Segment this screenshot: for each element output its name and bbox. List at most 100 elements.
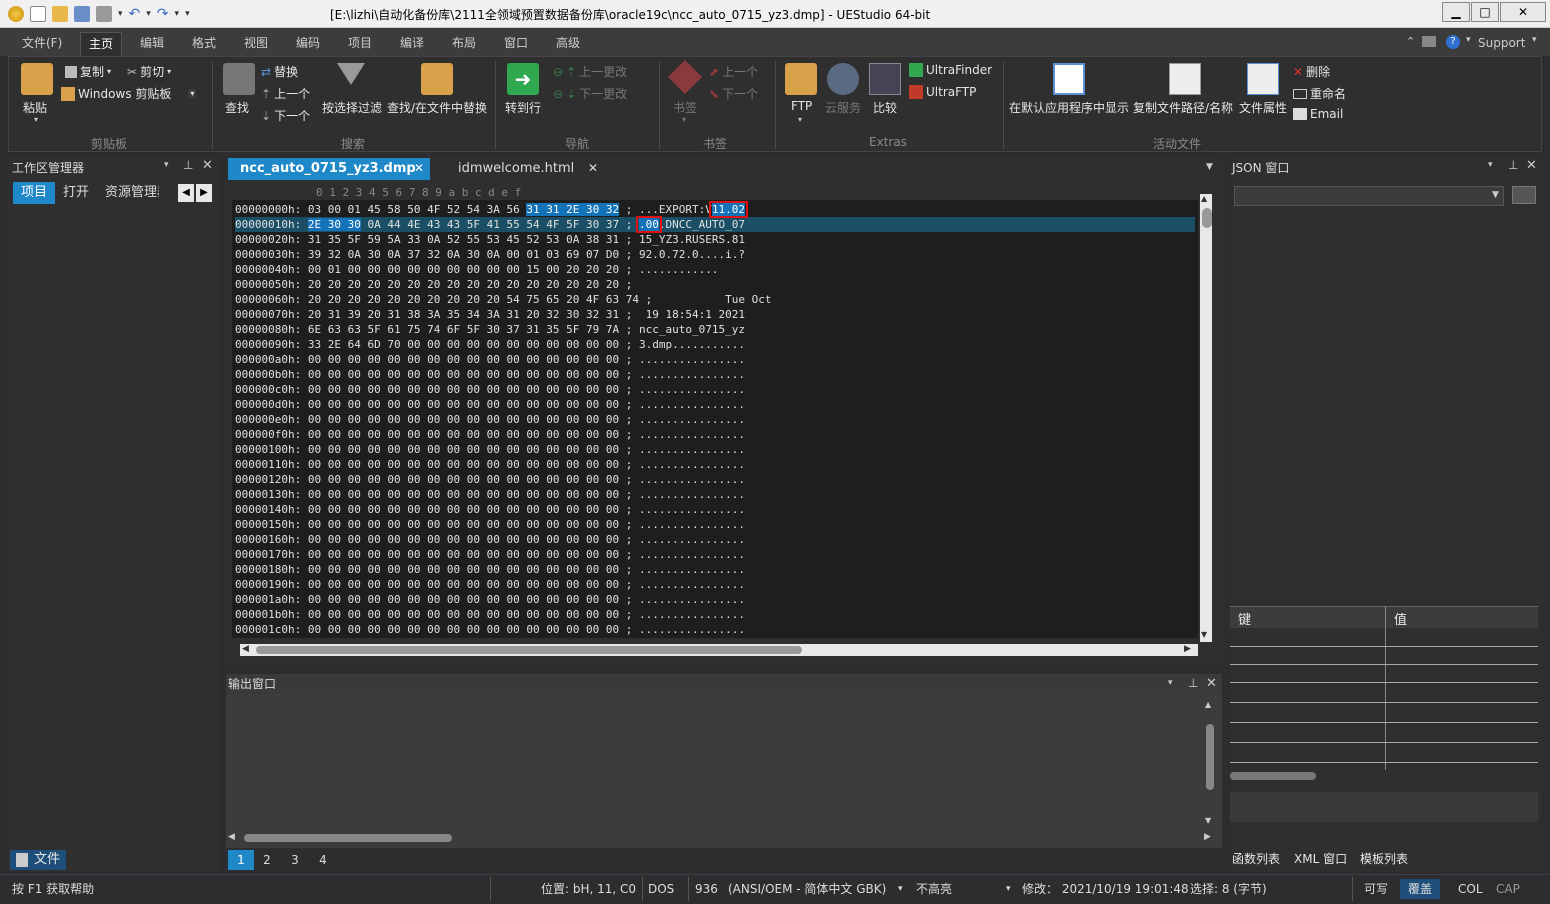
output-page-3[interactable]: 3 — [282, 850, 308, 870]
close-panel-icon[interactable]: ✕ — [1526, 158, 1537, 173]
dropdown-icon[interactable]: ▾ — [798, 115, 802, 124]
hex-row[interactable]: 000000d0h: 00 00 00 00 00 00 00 00 00 00… — [235, 397, 745, 412]
output-page-4[interactable]: 4 — [310, 850, 336, 870]
email-file-button[interactable]: Email — [1293, 107, 1343, 121]
status-highlight[interactable]: 不高亮 — [916, 879, 952, 899]
new-file-icon[interactable] — [30, 6, 46, 22]
dropdown-icon[interactable]: ▾ — [175, 9, 180, 19]
scroll-down-icon[interactable]: ▼ — [1205, 816, 1211, 825]
hscroll-thumb[interactable] — [256, 646, 802, 654]
status-encoding[interactable]: (ANSI/OEM - 简体中文 GBK) — [728, 879, 886, 899]
next-change-button[interactable]: ⊖ ⇣ 下一更改 — [553, 85, 627, 102]
layout-icon[interactable] — [1422, 36, 1436, 47]
compare-button[interactable]: 比较 — [873, 99, 897, 116]
menu-tab-format[interactable]: 格式 — [184, 32, 224, 56]
doc-tab-dmp[interactable]: ncc_auto_0715_yz3.dmp — [228, 158, 430, 180]
status-col[interactable]: COL — [1458, 879, 1483, 899]
find-next-button[interactable]: ⇣ 下一个 — [261, 107, 310, 124]
hex-row[interactable]: 000001c0h: 00 00 00 00 00 00 00 00 00 00… — [235, 622, 745, 637]
dropdown-icon[interactable]: ▾ — [682, 115, 686, 124]
pin-icon[interactable]: ⊥ — [183, 158, 193, 172]
delete-file-button[interactable]: ✕ 删除 — [1293, 63, 1330, 80]
status-overwrite[interactable]: 覆盖 — [1400, 879, 1441, 899]
find-in-files-button[interactable]: 查找/在文件中替换 — [387, 99, 487, 116]
hex-row[interactable]: 00000010h: 2E 30 30 0A 44 4E 43 43 5F 41… — [235, 217, 1195, 232]
menu-tab-file[interactable]: 文件(F) — [14, 32, 70, 56]
show-in-default-app-button[interactable]: 在默认应用程序中显示 — [1009, 99, 1129, 116]
redo-icon[interactable]: ↷ — [157, 6, 169, 22]
tab-list-icon[interactable]: ▼ — [1206, 162, 1213, 172]
tab-explorer[interactable]: 资源管理器 — [97, 182, 159, 204]
tab-template-list[interactable]: 模板列表 — [1360, 850, 1408, 867]
hex-row[interactable]: 00000160h: 00 00 00 00 00 00 00 00 00 00… — [235, 532, 745, 547]
support-menu[interactable]: Support — [1478, 36, 1525, 50]
find-prev-button[interactable]: ⇡ 上一个 — [261, 85, 310, 102]
doc-tab-html[interactable]: idmwelcome.html — [446, 158, 606, 180]
dropdown-icon[interactable]: ▾ — [1006, 879, 1011, 899]
next-bookmark-button[interactable]: ⬊ 下一个 — [709, 85, 758, 102]
rename-file-button[interactable]: 重命名 — [1293, 85, 1346, 102]
scroll-right-icon[interactable]: ▶ — [1204, 832, 1211, 842]
hex-row[interactable]: 00000140h: 00 00 00 00 00 00 00 00 00 00… — [235, 502, 745, 517]
menu-tab-window[interactable]: 窗口 — [496, 32, 536, 56]
scroll-thumb[interactable] — [1206, 724, 1214, 790]
hex-row[interactable]: 00000100h: 00 00 00 00 00 00 00 00 00 00… — [235, 442, 745, 457]
hex-row[interactable]: 00000030h: 39 32 0A 30 0A 37 32 0A 30 0A… — [235, 247, 745, 262]
dropdown-icon[interactable]: ▾ — [34, 115, 38, 124]
tab-project[interactable]: 项目 — [13, 182, 56, 204]
close-panel-icon[interactable]: ✕ — [1206, 676, 1217, 691]
hex-row[interactable]: 00000050h: 20 20 20 20 20 20 20 20 20 20… — [235, 277, 639, 292]
undo-icon[interactable]: ↶ — [129, 6, 141, 22]
hex-row[interactable]: 00000020h: 31 35 5F 59 5A 33 0A 52 55 53… — [235, 232, 745, 247]
open-folder-icon[interactable] — [52, 6, 68, 22]
hex-row[interactable]: 000000f0h: 00 00 00 00 00 00 00 00 00 00… — [235, 427, 745, 442]
pin-icon[interactable]: ⊥ — [1508, 158, 1518, 172]
scroll-up-icon[interactable]: ▲ — [1201, 194, 1207, 203]
dropdown-icon[interactable]: ▾ — [1466, 35, 1471, 45]
save-icon[interactable] — [74, 6, 90, 22]
status-line-ending[interactable]: DOS — [648, 879, 674, 899]
status-writable[interactable]: 可写 — [1364, 879, 1388, 899]
pin-icon[interactable]: ⊥ — [1188, 676, 1198, 690]
filter-selection-button[interactable]: 按选择过滤 — [322, 99, 382, 116]
print-icon[interactable] — [96, 6, 112, 22]
close-button[interactable]: ✕ — [1500, 2, 1546, 22]
scroll-thumb[interactable] — [1202, 208, 1212, 228]
scroll-down-icon[interactable]: ▼ — [1201, 630, 1207, 639]
hex-row[interactable]: 000000b0h: 00 00 00 00 00 00 00 00 00 00… — [235, 367, 745, 382]
hex-row[interactable]: 00000090h: 33 2E 64 6D 70 00 00 00 00 00… — [235, 337, 745, 352]
hex-row[interactable]: 00000150h: 00 00 00 00 00 00 00 00 00 00… — [235, 517, 745, 532]
minimize-button[interactable]: ▁ — [1442, 2, 1470, 22]
menu-tab-edit[interactable]: 编辑 — [132, 32, 172, 56]
hex-row[interactable]: 00000070h: 20 31 39 20 31 38 3A 35 34 3A… — [235, 307, 745, 322]
dropdown-icon[interactable]: ▾ — [118, 9, 123, 19]
tab-files[interactable]: 文件 — [10, 850, 67, 870]
cut-button[interactable]: ✂ 剪切 ▾ — [127, 63, 171, 80]
menu-tab-project[interactable]: 项目 — [340, 32, 380, 56]
prev-bookmark-button[interactable]: ⬈ 上一个 — [709, 63, 758, 80]
output-page-2[interactable]: 2 — [254, 850, 280, 870]
hex-row[interactable]: 00000170h: 00 00 00 00 00 00 00 00 00 00… — [235, 547, 745, 562]
ftp-button[interactable]: FTP — [791, 99, 812, 113]
menu-tab-view[interactable]: 视图 — [236, 32, 276, 56]
goto-line-button[interactable]: 转到行 — [505, 99, 541, 116]
ultraftp-button[interactable]: UltraFTP — [909, 85, 976, 99]
scroll-left-icon[interactable]: ◀ — [242, 644, 249, 654]
panel-menu-icon[interactable]: ▾ — [164, 160, 169, 170]
scroll-right-icon[interactable]: ▶ — [1184, 644, 1191, 654]
copy-button[interactable]: 复制 ▾ — [65, 63, 111, 80]
close-tab-icon[interactable]: ✕ — [414, 161, 424, 175]
hex-editor[interactable]: 00000000h: 03 00 01 45 58 50 4F 52 54 3A… — [232, 200, 1198, 638]
maximize-button[interactable]: □ — [1471, 2, 1499, 22]
tab-function-list[interactable]: 函数列表 — [1232, 850, 1280, 867]
menu-tab-home[interactable]: 主页 — [80, 32, 123, 56]
help-icon[interactable]: ? — [1446, 35, 1460, 49]
hscroll-thumb[interactable] — [244, 834, 452, 842]
ultrafinder-button[interactable]: UltraFinder — [909, 63, 992, 77]
hex-row[interactable]: 00000080h: 6E 63 63 5F 61 75 74 6F 5F 30… — [235, 322, 745, 337]
menu-tab-layout[interactable]: 布局 — [444, 32, 484, 56]
dropdown-icon[interactable]: ▾ — [146, 9, 151, 19]
hex-row[interactable]: 000000c0h: 00 00 00 00 00 00 00 00 00 00… — [235, 382, 745, 397]
copy-file-path-button[interactable]: 复制文件路径/名称 — [1133, 99, 1233, 116]
replace-button[interactable]: ⇄ 替换 — [261, 63, 298, 80]
